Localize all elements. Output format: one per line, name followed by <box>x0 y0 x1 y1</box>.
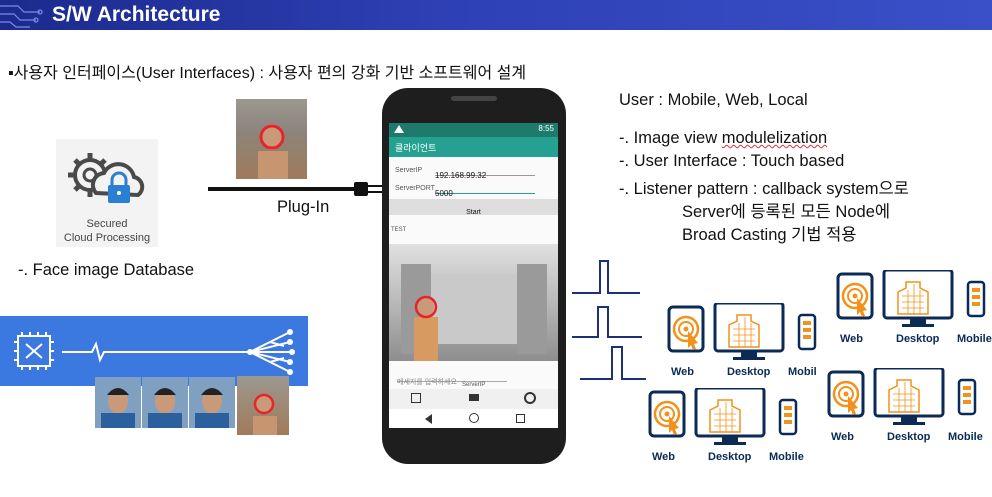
secured-cloud-tile: Secured Cloud Processing <box>56 139 158 247</box>
slide-subtitle: ▪사용자 인터페이스(User Interfaces) : 사용자 편의 강화 … <box>8 65 527 82</box>
recents-nav-icon[interactable] <box>516 414 525 423</box>
web-device-label: Web <box>652 451 676 463</box>
gallery-tab-icon[interactable] <box>411 393 421 403</box>
web-device-label: Web <box>831 431 855 443</box>
web-device-label: Web <box>840 333 864 345</box>
feature-listener: -. Listener pattern : callback system으로 <box>619 180 909 198</box>
device-group: Web Desktop Mobil <box>667 301 827 383</box>
face-thumbnail <box>95 377 141 428</box>
device-group: Web Desktop Mobile <box>836 268 992 350</box>
desktop-device-label: Desktop <box>708 451 752 463</box>
bottom-tab-bar <box>389 389 558 409</box>
settings-tab-icon[interactable] <box>524 392 536 404</box>
server-ip-label: ServerIP <box>395 167 423 174</box>
face-photo-top <box>236 99 307 179</box>
face-thumbnail <box>142 377 188 428</box>
mobile-device-label: Mobil <box>788 366 817 378</box>
desktop-device-label: Desktop <box>887 431 931 443</box>
face-marker-icon <box>258 124 288 179</box>
test-label: TEST <box>391 227 407 233</box>
server-ip-input[interactable]: 192.168.99.32 <box>435 163 535 180</box>
camera-scene-icon <box>401 264 547 361</box>
warning-icon <box>394 125 404 133</box>
circuit-logo-icon <box>0 5 43 28</box>
mobile-device-label: Mobile <box>769 451 804 463</box>
desktop-device-label: Desktop <box>896 333 940 345</box>
page-title: S/W Architecture <box>52 3 221 26</box>
feature1-prefix: -. Image view <box>619 129 722 147</box>
bottom-small-label: ServerIP <box>462 382 486 388</box>
device-group: Web Desktop Mobile <box>648 386 808 468</box>
server-port-value: 5000 <box>435 189 453 198</box>
desktop-device-label: Desktop <box>727 366 771 378</box>
server-ip-value: 192.168.99.32 <box>435 171 487 180</box>
device-set-icon <box>648 386 798 445</box>
feature-image-view: -. Image view modulelization <box>619 129 827 148</box>
camera-tab-icon[interactable] <box>469 394 479 401</box>
plugin-label: Plug-In <box>277 198 330 216</box>
device-set-icon <box>667 301 817 360</box>
status-time: 8:55 <box>538 124 554 133</box>
status-bar: 8:55 <box>389 123 558 137</box>
start-button-label: Start <box>466 209 481 216</box>
user-targets: User : Mobile, Web, Local <box>619 91 808 109</box>
camera-view <box>389 244 558 361</box>
feature-ui: -. User Interface : Touch based <box>619 152 845 170</box>
feature-listener-cont2: Broad Casting 기법 적용 <box>682 226 857 244</box>
app-bar: 클라이언트 <box>389 137 558 157</box>
web-device-label: Web <box>671 366 695 378</box>
cloud-label-line1: Secured <box>86 218 128 230</box>
face-thumbnail <box>189 377 235 428</box>
back-nav-icon[interactable] <box>425 414 432 424</box>
mobile-device-label: Mobile <box>957 333 992 345</box>
nav-bar <box>389 409 558 428</box>
face-db-label: -. Face image Database <box>18 261 195 279</box>
cloud-label-line2: Cloud Processing <box>63 232 151 244</box>
device-set-icon <box>827 366 977 425</box>
app-title: 클라이언트 <box>395 143 437 153</box>
start-button[interactable]: Start <box>389 199 558 216</box>
server-port-input[interactable]: 5000 <box>435 181 535 198</box>
home-nav-icon[interactable] <box>469 413 479 423</box>
mobile-device-label: Mobile <box>948 431 983 443</box>
feature1-word: modulelization <box>721 129 828 147</box>
face-thumbnail-marked <box>237 376 289 435</box>
device-group: Web Desktop Mobile <box>827 366 987 448</box>
device-set-icon <box>836 268 986 327</box>
pulse-signals-icon <box>572 260 646 380</box>
message-input[interactable]: 메세지를 입력하세요 <box>397 369 507 386</box>
feature-listener-cont1: Server에 등록된 모든 Node에 <box>682 203 891 221</box>
message-placeholder: 메세지를 입력하세요 <box>397 379 457 386</box>
server-port-label: ServerPORT <box>395 185 435 192</box>
phone-speaker <box>451 96 497 101</box>
phone-screen: 8:55 클라이언트 ServerIP 192.168.99.32 Server… <box>389 123 558 428</box>
cloud-lock-icon <box>68 153 145 203</box>
